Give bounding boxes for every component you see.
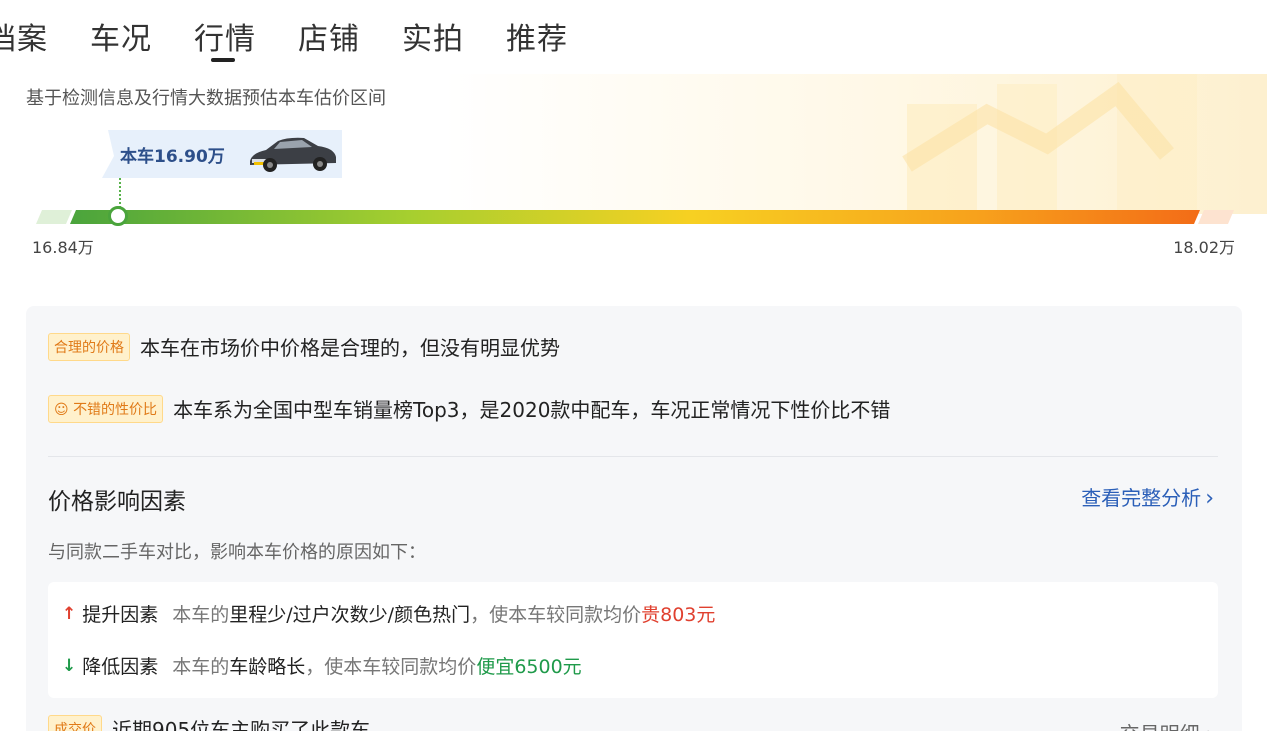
estimate-subtitle: 基于检测信息及行情大数据预估本车估价区间 [26,88,386,109]
tab-archive[interactable]: 档案 [0,14,48,64]
factor-prefix: 本车的 [172,604,230,626]
marker-stem [119,178,121,208]
reasonable-price-tag: 合理的价格 [48,332,130,361]
factor-up-label: 提升因素 [82,604,159,626]
transaction-detail-link[interactable]: 交易明细 › [1120,718,1214,731]
car-price-callout: 本车16.90万 [102,130,350,178]
factor-down: ↓ 降低因素 本车的 车龄略长 ，使本车较同款均价 便宜6500元 [62,652,582,679]
arrow-down-icon: ↓ [62,655,77,676]
good-value-tag-label: 不错的性价比 [73,401,158,418]
factor-mid: ，使本车较同款均价 [305,656,477,678]
assessment-row-price: 合理的价格 本车在市场价中价格是合理的，但没有明显优势 [48,332,560,361]
full-analysis-label: 查看完整分析 [1081,486,1202,510]
full-analysis-link[interactable]: 查看完整分析 › [1081,482,1214,511]
price-assessment-card: 合理的价格 本车在市场价中价格是合理的，但没有明显优势 ☺ 不错的性价比 本车系… [26,306,1242,731]
good-value-tag: ☺ 不错的性价比 [48,394,164,423]
tab-shop[interactable]: 店铺 [298,14,360,64]
chevron-right-icon: › [1206,722,1214,731]
deal-price-tag: 成交价 [48,714,102,731]
factor-prefix: 本车的 [172,656,230,678]
tab-photos[interactable]: 实拍 [402,14,464,64]
car-price-marker [108,206,128,226]
factor-up: ↑ 提升因素 本车的 里程少/过户次数少/颜色热门 ，使本车较同款均价 贵803… [62,600,715,627]
tab-market[interactable]: 行情 [194,14,256,64]
tab-condition[interactable]: 车况 [90,14,152,64]
factors-box: ↑ 提升因素 本车的 里程少/过户次数少/颜色热门 ，使本车较同款均价 贵803… [48,582,1218,698]
factors-title: 价格影响因素 [48,489,186,515]
factors-subtitle: 与同款二手车对比，影响本车价格的原因如下： [48,542,426,563]
transaction-row: 成交价 近期905位车主购买了此款车 [48,714,370,731]
factor-up-result: 贵803元 [641,604,716,626]
price-range-panel: 基于检测信息及行情大数据预估本车估价区间 本车16.90万 16.84万 18.… [0,74,1267,284]
arrow-up-icon: ↑ [62,603,77,624]
smile-icon: ☺ [54,401,69,418]
factor-down-label: 降低因素 [82,656,159,678]
factor-down-result: 便宜6500元 [476,656,582,678]
transaction-detail-label: 交易明细 [1120,722,1200,731]
factor-reasons: 车龄略长 [229,656,306,678]
chevron-right-icon: › [1205,486,1214,511]
min-price-label: 16.84万 [32,238,94,257]
car-price-label: 本车16.90万 [120,147,225,167]
assessment-row-value: ☺ 不错的性价比 本车系为全国中型车销量榜Top3，是2020款中配车，车况正常… [48,394,890,423]
assessment-text: 本车系为全国中型车销量榜Top3，是2020款中配车，车况正常情况下性价比不错 [173,398,891,422]
assessment-text: 本车在市场价中价格是合理的，但没有明显优势 [140,336,560,360]
max-price-label: 18.02万 [1173,238,1235,257]
factor-mid: ，使本车较同款均价 [470,604,642,626]
tab-bar: 档案 车况 行情 店铺 实拍 推荐 [0,14,610,64]
factor-reasons: 里程少/过户次数少/颜色热门 [229,604,471,626]
price-range-bar [36,210,1234,224]
divider [48,456,1218,457]
transaction-text: 近期905位车主购买了此款车 [112,718,371,731]
tab-recommend[interactable]: 推荐 [506,14,568,64]
car-image [250,137,336,172]
